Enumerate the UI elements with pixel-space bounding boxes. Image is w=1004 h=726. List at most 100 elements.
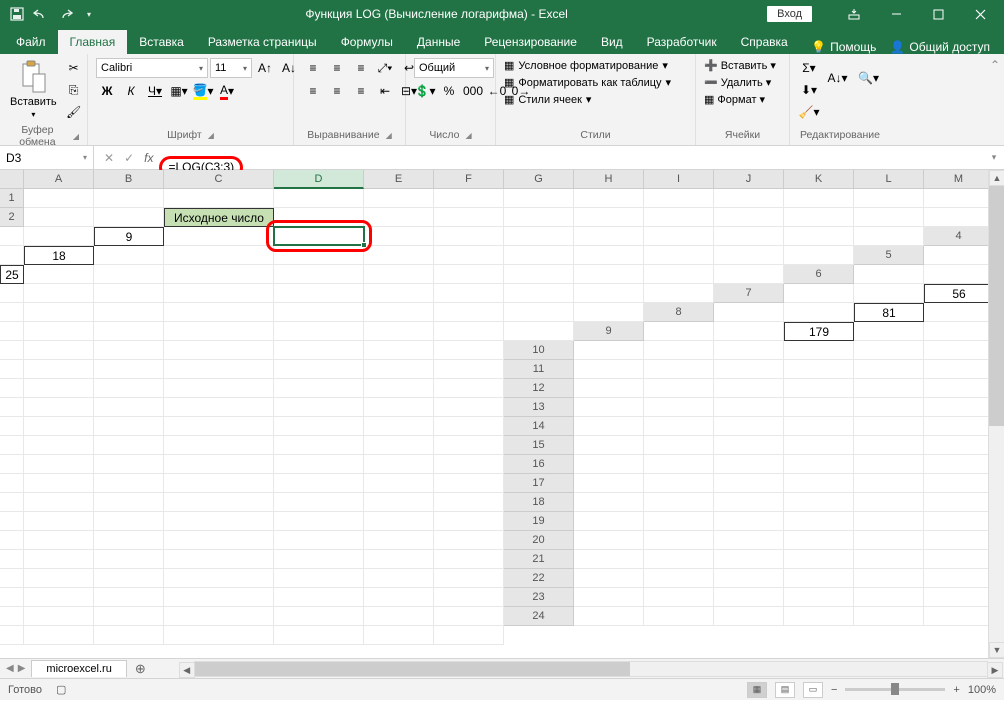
cell-B22[interactable] [644, 569, 714, 588]
cell-D21[interactable] [784, 550, 854, 569]
cell-M23[interactable] [364, 607, 434, 626]
cell-A24[interactable] [574, 607, 644, 626]
cell-L7[interactable] [434, 303, 504, 322]
cell-I23[interactable] [24, 607, 94, 626]
cell-D16[interactable] [784, 455, 854, 474]
row-header-15[interactable]: 15 [504, 436, 574, 455]
cell-N16[interactable] [434, 474, 504, 493]
tell-me[interactable]: 💡Помощь [811, 40, 876, 54]
cell-M2[interactable] [854, 208, 924, 227]
cell-A1[interactable] [24, 189, 94, 208]
cell-F11[interactable] [924, 360, 994, 379]
cell-N24[interactable] [434, 626, 504, 645]
cell-A17[interactable] [574, 474, 644, 493]
cell-I3[interactable] [504, 227, 574, 246]
cell-H17[interactable] [0, 493, 24, 512]
cell-C21[interactable] [714, 550, 784, 569]
cell-J2[interactable] [644, 208, 714, 227]
copy-icon[interactable]: ⎘ [63, 80, 85, 100]
cell-G6[interactable] [94, 284, 164, 303]
cell-L16[interactable] [274, 474, 364, 493]
cell-C7[interactable]: 56 [924, 284, 994, 303]
sheet-nav[interactable]: ◀▶ [0, 663, 31, 674]
cell-L5[interactable] [574, 265, 644, 284]
find-icon[interactable]: 🔍▾ [855, 58, 882, 98]
indent-dec-icon[interactable]: ⇤ [374, 81, 396, 101]
cell-M21[interactable] [364, 569, 434, 588]
cell-L21[interactable] [274, 569, 364, 588]
cell-M12[interactable] [364, 398, 434, 417]
cell-I22[interactable] [24, 588, 94, 607]
cell-M19[interactable] [364, 531, 434, 550]
col-header-C[interactable]: C [164, 170, 274, 189]
cell-B2[interactable] [94, 208, 164, 227]
redo-icon[interactable] [56, 5, 74, 23]
cell-H24[interactable] [0, 626, 24, 645]
col-header-B[interactable]: B [94, 170, 164, 189]
cancel-formula-icon[interactable]: ✕ [104, 151, 114, 165]
cell-C17[interactable] [714, 474, 784, 493]
fx-icon[interactable]: fx [144, 151, 153, 165]
row-header-8[interactable]: 8 [644, 303, 714, 322]
cell-L10[interactable] [274, 360, 364, 379]
zoom-level[interactable]: 100% [968, 684, 996, 696]
cond-format-button[interactable]: ▦Условное форматирование▾ [504, 58, 668, 73]
cell-K9[interactable] [164, 341, 274, 360]
cell-H7[interactable] [94, 303, 164, 322]
zoom-in-button[interactable]: + [953, 684, 959, 696]
cell-E5[interactable] [24, 265, 94, 284]
tab-review[interactable]: Рецензирование [472, 30, 589, 54]
grow-font-icon[interactable]: A↑ [254, 58, 276, 78]
cell-B18[interactable] [644, 493, 714, 512]
cell-E16[interactable] [854, 455, 924, 474]
cell-L3[interactable] [714, 227, 784, 246]
cell-K2[interactable] [714, 208, 784, 227]
cell-K5[interactable] [504, 265, 574, 284]
cell-J7[interactable] [274, 303, 364, 322]
cell-N7[interactable] [574, 303, 644, 322]
cell-A16[interactable] [574, 455, 644, 474]
orientation-icon[interactable]: ⤢▾ [374, 58, 396, 78]
cell-I19[interactable] [24, 531, 94, 550]
cell-J23[interactable] [94, 607, 164, 626]
cell-E11[interactable] [854, 360, 924, 379]
cell-M20[interactable] [364, 550, 434, 569]
cell-I8[interactable] [94, 322, 164, 341]
clear-icon[interactable]: 🧹▾ [798, 102, 820, 122]
cell-G2[interactable] [434, 208, 504, 227]
fill-icon[interactable]: ⬇▾ [798, 80, 820, 100]
cell-H4[interactable] [364, 246, 434, 265]
cell-I1[interactable] [644, 189, 714, 208]
row-header-14[interactable]: 14 [504, 417, 574, 436]
autosum-icon[interactable]: Σ▾ [798, 58, 820, 78]
cell-M7[interactable] [504, 303, 574, 322]
macro-record-icon[interactable]: ▢ [56, 683, 66, 696]
cell-K19[interactable] [164, 531, 274, 550]
cell-N2[interactable] [924, 208, 994, 227]
cell-J18[interactable] [94, 512, 164, 531]
format-cells-button[interactable]: ▦Формат▾ [704, 92, 765, 107]
cell-I10[interactable] [24, 360, 94, 379]
scroll-down-icon[interactable]: ▼ [989, 642, 1004, 658]
cell-H20[interactable] [0, 550, 24, 569]
tab-help[interactable]: Справка [729, 30, 800, 54]
cell-A7[interactable] [784, 284, 854, 303]
cell-N8[interactable] [504, 322, 574, 341]
cell-I14[interactable] [24, 436, 94, 455]
cell-F14[interactable] [924, 417, 994, 436]
cell-H9[interactable] [0, 341, 24, 360]
cell-I5[interactable] [364, 265, 434, 284]
cell-C19[interactable] [714, 512, 784, 531]
tab-view[interactable]: Вид [589, 30, 635, 54]
cell-M17[interactable] [364, 493, 434, 512]
cut-icon[interactable]: ✂ [63, 58, 85, 78]
cell-M8[interactable] [434, 322, 504, 341]
cell-K13[interactable] [164, 417, 274, 436]
clipboard-launcher[interactable]: ◢ [73, 132, 79, 141]
vertical-scrollbar[interactable]: ▲ ▼ [988, 170, 1004, 658]
cell-E2[interactable] [274, 208, 364, 227]
cell-N3[interactable] [854, 227, 924, 246]
row-header-7[interactable]: 7 [714, 284, 784, 303]
cell-H3[interactable] [434, 227, 504, 246]
cell-A8[interactable] [714, 303, 784, 322]
